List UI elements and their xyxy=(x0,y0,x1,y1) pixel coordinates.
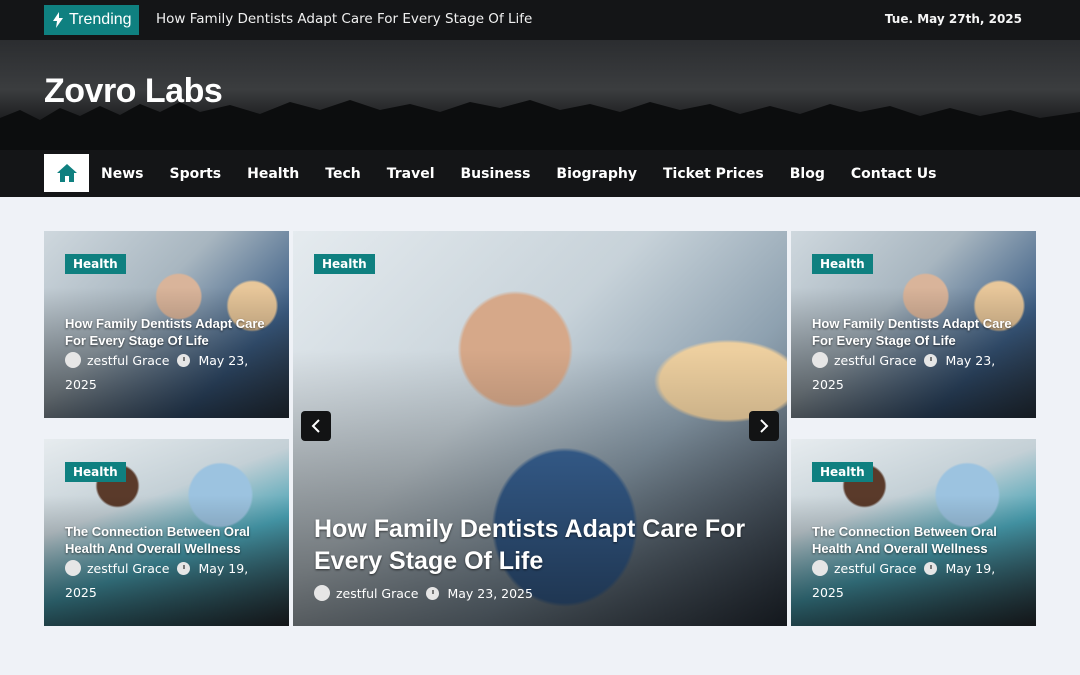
author-avatar-icon xyxy=(65,560,81,576)
clock-icon xyxy=(177,562,191,575)
trending-badge: Trending xyxy=(44,5,139,35)
nav-item-blog[interactable]: Blog xyxy=(790,166,825,182)
site-title[interactable]: Zovro Labs xyxy=(44,72,223,111)
post-date: May 23, 2025 xyxy=(447,586,533,601)
main-navigation: News Sports Health Tech Travel Business … xyxy=(0,150,1080,197)
post-title[interactable]: How Family Dentists Adapt Care For Every… xyxy=(65,315,270,349)
trending-bar: Trending How Family Dentists Adapt Care … xyxy=(0,0,1080,40)
post-title[interactable]: How Family Dentists Adapt Care For Every… xyxy=(812,315,1017,349)
post-title[interactable]: The Connection Between Oral Health And O… xyxy=(812,523,1017,557)
nav-menu: News Sports Health Tech Travel Business … xyxy=(101,150,962,197)
chevron-right-icon xyxy=(760,419,769,433)
trending-label: Trending xyxy=(69,11,132,28)
post-meta: zestful Grace May 23, 2025 xyxy=(65,349,270,397)
chevron-left-icon xyxy=(311,419,320,433)
post-card-bottom-right[interactable]: Health The Connection Between Oral Healt… xyxy=(791,439,1036,626)
author-name[interactable]: zestful Grace xyxy=(834,353,916,368)
category-badge[interactable]: Health xyxy=(812,254,873,274)
clock-icon xyxy=(924,354,938,367)
nav-item-tech[interactable]: Tech xyxy=(325,166,360,182)
post-meta: zestful Grace May 23, 2025 xyxy=(812,349,1017,397)
author-avatar-icon xyxy=(812,560,828,576)
featured-slider[interactable]: Health How Family Dentists Adapt Care Fo… xyxy=(293,231,787,626)
post-title[interactable]: The Connection Between Oral Health And O… xyxy=(65,523,270,557)
slider-prev-button[interactable] xyxy=(301,411,331,441)
trending-headline-link[interactable]: How Family Dentists Adapt Care For Every… xyxy=(156,11,532,27)
author-name[interactable]: zestful Grace xyxy=(834,561,916,576)
clock-icon xyxy=(177,354,191,367)
post-title[interactable]: How Family Dentists Adapt Care For Every… xyxy=(314,513,754,577)
author-name[interactable]: zestful Grace xyxy=(336,586,418,601)
post-meta: zestful Grace May 19, 2025 xyxy=(812,557,1017,605)
author-name[interactable]: zestful Grace xyxy=(87,561,169,576)
author-avatar-icon xyxy=(314,585,330,601)
lightning-icon xyxy=(53,12,63,28)
post-card-top-right[interactable]: Health How Family Dentists Adapt Care Fo… xyxy=(791,231,1036,418)
post-card-bottom-left[interactable]: Health The Connection Between Oral Healt… xyxy=(44,439,289,626)
category-badge[interactable]: Health xyxy=(65,462,126,482)
author-avatar-icon xyxy=(65,352,81,368)
clock-icon xyxy=(426,587,440,600)
category-badge[interactable]: Health xyxy=(65,254,126,274)
author-name[interactable]: zestful Grace xyxy=(87,353,169,368)
post-meta: zestful Grace May 19, 2025 xyxy=(65,557,270,605)
header-banner: Zovro Labs xyxy=(0,40,1080,150)
nav-item-biography[interactable]: Biography xyxy=(556,166,637,182)
nav-item-news[interactable]: News xyxy=(101,166,143,182)
category-badge[interactable]: Health xyxy=(812,462,873,482)
author-avatar-icon xyxy=(812,352,828,368)
home-button[interactable] xyxy=(44,154,89,192)
current-date: Tue. May 27th, 2025 xyxy=(884,12,1022,26)
slider-next-button[interactable] xyxy=(749,411,779,441)
nav-item-sports[interactable]: Sports xyxy=(169,166,221,182)
home-icon xyxy=(56,164,77,182)
post-card-top-left[interactable]: Health How Family Dentists Adapt Care Fo… xyxy=(44,231,289,418)
nav-item-contact-us[interactable]: Contact Us xyxy=(851,166,937,182)
nav-item-ticket-prices[interactable]: Ticket Prices xyxy=(663,166,764,182)
category-badge[interactable]: Health xyxy=(314,254,375,274)
clock-icon xyxy=(924,562,938,575)
nav-item-travel[interactable]: Travel xyxy=(387,166,435,182)
post-meta: zestful Grace May 23, 2025 xyxy=(314,582,533,606)
nav-item-health[interactable]: Health xyxy=(247,166,299,182)
nav-item-business[interactable]: Business xyxy=(461,166,531,182)
